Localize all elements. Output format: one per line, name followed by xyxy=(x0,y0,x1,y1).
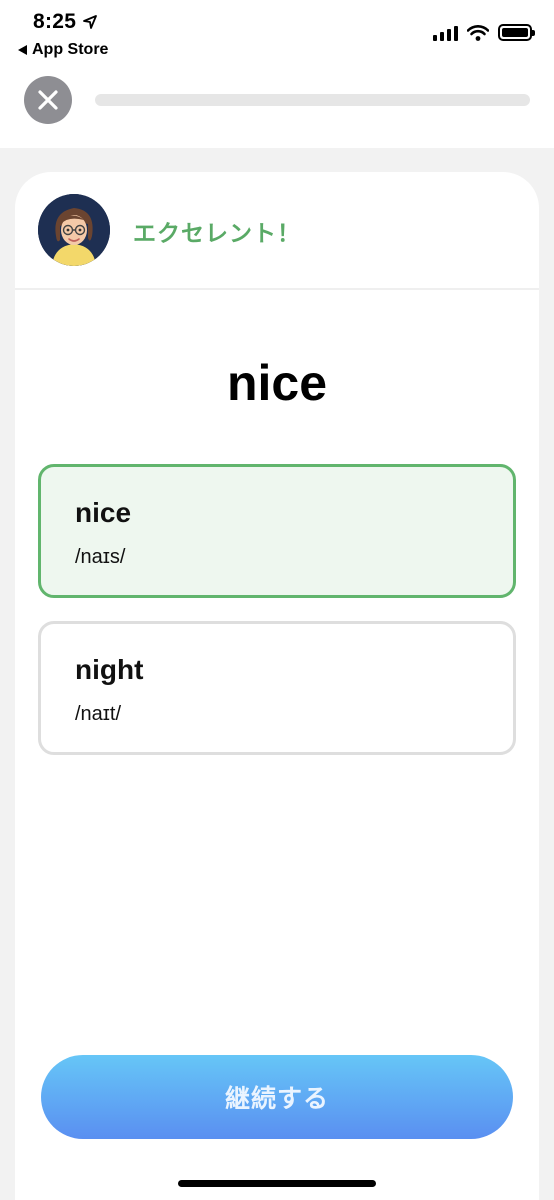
tutor-avatar xyxy=(38,194,110,266)
answer-option[interactable]: night /naɪt/ xyxy=(38,621,516,755)
question-word: nice xyxy=(226,355,328,411)
close-icon xyxy=(38,90,58,110)
lesson-progress-bar xyxy=(95,94,530,106)
back-triangle-icon xyxy=(18,45,27,55)
back-to-app-store[interactable]: App Store xyxy=(18,41,108,59)
continue-button-label: 継続する xyxy=(224,1085,329,1113)
close-button[interactable] xyxy=(24,76,72,124)
top-bar: 8:25 App Store xyxy=(0,0,554,148)
battery-icon xyxy=(498,24,535,41)
cellular-signal-icon xyxy=(433,25,458,41)
feedback-row: エクセレント！ xyxy=(15,172,539,290)
answer-option-correct[interactable]: nice /naɪs/ xyxy=(38,464,516,598)
tutor-avatar-icon xyxy=(38,194,110,266)
feedback-message: エクセレント！ xyxy=(133,220,301,246)
option-pronunciation: /naɪs/ xyxy=(75,546,126,568)
back-app-label: App Store xyxy=(32,41,109,58)
option-pronunciation: /naɪt/ xyxy=(75,703,122,725)
clock-text: 8:25 xyxy=(33,10,77,33)
status-icons xyxy=(433,24,535,41)
home-indicator xyxy=(178,1180,376,1187)
option-word: night xyxy=(75,654,144,685)
status-time: 8:25 xyxy=(33,10,98,34)
location-arrow-icon xyxy=(83,15,98,29)
lesson-card: エクセレント！ nice nice /naɪs/ night /naɪt/ 継続… xyxy=(15,172,539,1200)
option-word: nice xyxy=(75,497,132,528)
continue-button[interactable]: 継続する xyxy=(41,1055,513,1139)
wifi-icon xyxy=(467,24,489,41)
